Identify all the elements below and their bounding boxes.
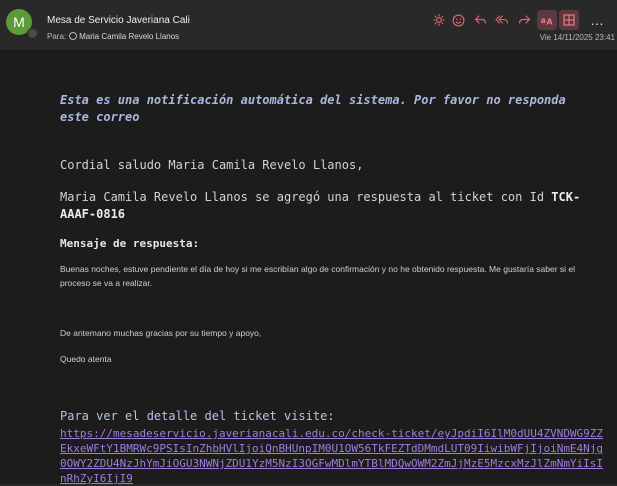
reply-all-icon[interactable] xyxy=(492,10,512,30)
translate-icon[interactable]: a A xyxy=(537,10,557,30)
message-toolbar: a A … xyxy=(429,10,617,32)
svg-text:A: A xyxy=(547,18,554,27)
to-label: Para: xyxy=(47,32,67,41)
recipient-name[interactable]: Maria Camila Revelo Llanos xyxy=(79,32,179,41)
sun-icon[interactable] xyxy=(429,10,449,30)
response-added-text: Maria Camila Revelo Llanos se agregó una… xyxy=(60,190,552,204)
closing-line: Quedo atenta xyxy=(60,354,112,364)
reply-icon[interactable] xyxy=(470,10,490,30)
message-date: Vie 14/11/2025 23:41 xyxy=(539,33,615,42)
forward-icon[interactable] xyxy=(514,10,534,30)
detail-label: Para ver el detalle del ticket visite: xyxy=(60,409,335,423)
response-heading: Mensaje de respuesta: xyxy=(60,237,200,250)
svg-text:a: a xyxy=(541,16,546,25)
response-text: Buenas noches, estuve pendiente el día d… xyxy=(60,264,576,288)
recipient-status-icon xyxy=(69,32,78,40)
ticket-link[interactable]: https://mesadeservicio.javerianacali.edu… xyxy=(60,426,606,486)
more-icon[interactable]: … xyxy=(587,10,607,30)
sender-name[interactable]: Mesa de Servicio Javeriana Cali xyxy=(47,15,190,26)
presence-icon xyxy=(27,28,38,39)
response-added-line: Maria Camila Revelo Llanos se agregó una… xyxy=(60,189,608,223)
smiley-icon[interactable] xyxy=(448,10,468,30)
grid-icon[interactable] xyxy=(559,10,579,30)
recipient-row: Para: Maria Camila Revelo Llanos xyxy=(47,32,179,41)
thanks-line: De antemano muchas gracias por su tiempo… xyxy=(60,328,262,338)
message-header: M Mesa de Servicio Javeriana Cali Para: M… xyxy=(0,0,617,50)
auto-notice: Esta es una notificación automática del … xyxy=(60,93,566,124)
greeting: Cordial saludo Maria Camila Revelo Llano… xyxy=(60,158,364,172)
message-body: Esta es una notificación automática del … xyxy=(0,50,617,486)
